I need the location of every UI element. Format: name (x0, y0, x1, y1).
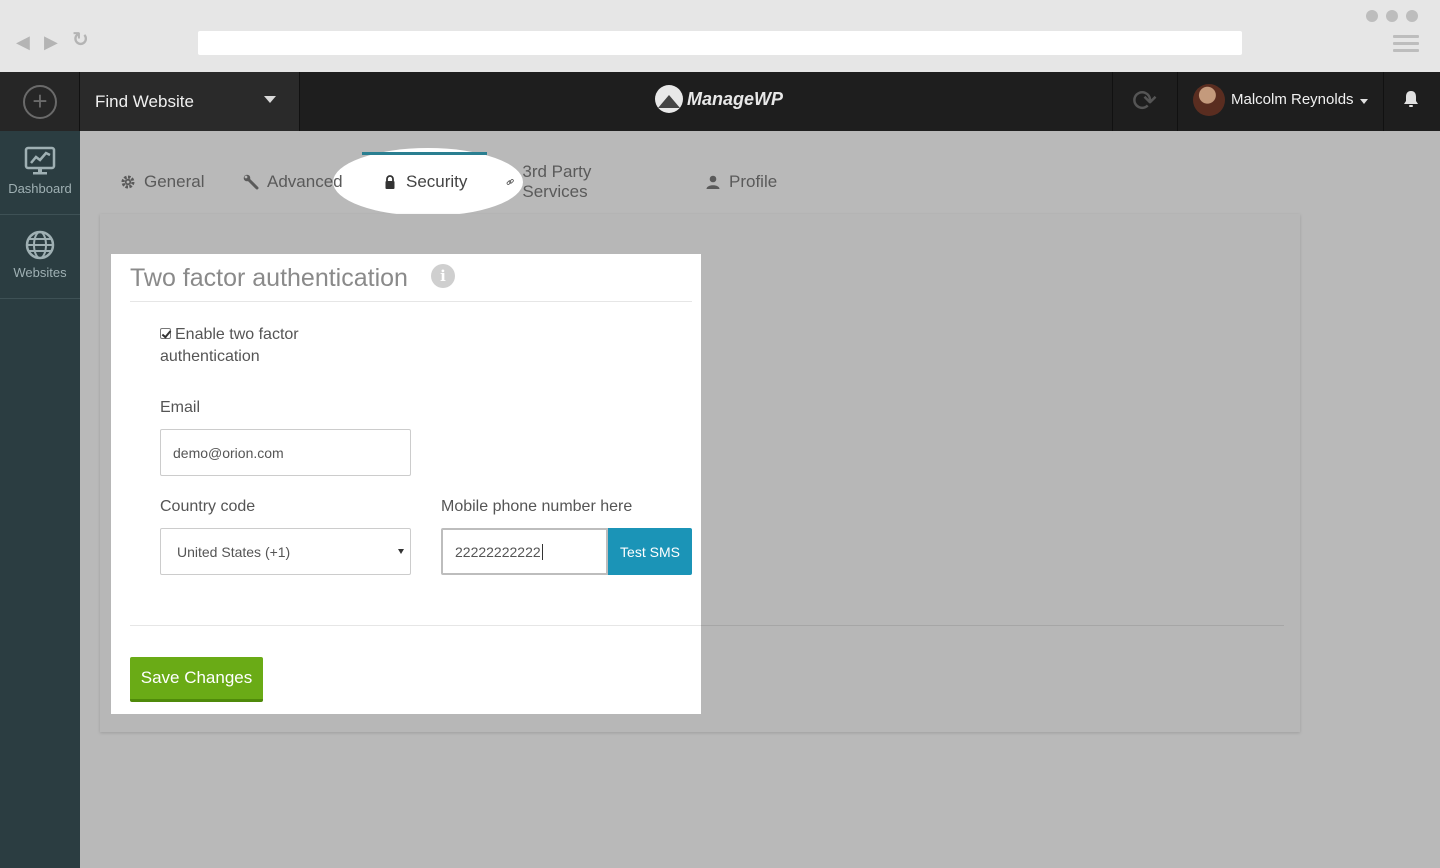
bell-icon (1404, 91, 1418, 107)
phone-label: Mobile phone number here (441, 498, 633, 515)
divider (130, 625, 701, 626)
country-code-select[interactable]: United States (+1) (160, 528, 411, 575)
test-sms-button[interactable]: Test SMS (608, 528, 692, 575)
email-label: Email (160, 399, 201, 416)
app-topbar: + Find Website ManageWP ⟳ Malcolm Reynol… (0, 72, 1440, 131)
link-icon (506, 179, 514, 185)
two-factor-card: Two factor authentication i Enable two f… (111, 254, 701, 714)
tab-profile[interactable]: Profile (705, 150, 777, 214)
tab-label: 3rd Party Services (522, 162, 592, 201)
divider (130, 301, 692, 302)
panel-divider (701, 625, 1284, 626)
text-cursor (541, 543, 543, 560)
browser-menu-icon[interactable] (1393, 35, 1419, 56)
reload-icon[interactable]: ↻ (72, 30, 89, 50)
country-code-value: United States (+1) (177, 543, 291, 560)
section-title: Two factor authentication (130, 264, 408, 292)
checkbox-checked-icon[interactable] (160, 328, 171, 339)
country-code-label: Country code (160, 498, 256, 515)
avatar (1193, 84, 1225, 116)
refresh-icon: ⟳ (1132, 85, 1158, 118)
lock-icon (385, 175, 395, 189)
checkbox-label: Enable two factor authentication (160, 326, 299, 365)
sidebar-item-websites[interactable]: Websites (0, 215, 80, 299)
user-name: Malcolm Reynolds (1231, 91, 1354, 108)
find-website-label: Find Website (95, 92, 194, 111)
dashboard-icon (24, 146, 56, 175)
tab-security[interactable]: Security (382, 150, 467, 214)
logo-text: ManageWP (687, 88, 784, 109)
tab-label: General (144, 172, 205, 191)
plus-circle-icon: + (23, 85, 57, 119)
sidebar-item-label: Websites (13, 265, 67, 280)
chevron-down-icon (264, 96, 276, 103)
save-changes-button[interactable]: Save Changes (130, 657, 263, 702)
phone-value: 22222222222 (455, 543, 541, 560)
notifications-button[interactable] (1384, 72, 1440, 131)
tab-label: Security (406, 172, 468, 191)
address-bar[interactable] (198, 31, 1242, 55)
select-caret-icon (398, 549, 404, 554)
phone-number-input[interactable]: 22222222222 (441, 528, 608, 575)
forward-icon[interactable]: ▶ (44, 33, 58, 51)
email-field[interactable]: demo@orion.com (160, 429, 411, 476)
window-dot[interactable] (1366, 10, 1378, 22)
sidebar: Dashboard Websites (0, 131, 80, 868)
tab-label: Advanced (267, 172, 343, 191)
sidebar-item-label: Dashboard (8, 181, 72, 196)
tab-label: Profile (729, 172, 778, 191)
enable-two-factor-checkbox[interactable]: Enable two factor authentication (160, 324, 360, 368)
user-icon (706, 175, 720, 189)
find-website-dropdown[interactable]: Find Website (80, 72, 300, 131)
browser-chrome: ◀ ▶ ↻ (0, 0, 1440, 72)
user-menu[interactable]: Malcolm Reynolds (1178, 72, 1384, 131)
info-icon[interactable]: i (431, 264, 455, 288)
managewp-logo: ManageWP (655, 85, 783, 113)
window-dot[interactable] (1406, 10, 1418, 22)
email-value: demo@orion.com (173, 444, 284, 461)
wrench-icon (243, 174, 259, 190)
caret-down-icon (1360, 99, 1368, 104)
add-website-button[interactable]: + (0, 72, 80, 131)
tab-general[interactable]: General (120, 150, 204, 214)
globe-icon (25, 230, 55, 260)
sync-button[interactable]: ⟳ (1112, 72, 1178, 131)
window-controls (1366, 10, 1418, 22)
tab-3rd-party-services[interactable]: 3rd Party Services (506, 150, 595, 214)
gear-icon (121, 175, 135, 189)
window-dot[interactable] (1386, 10, 1398, 22)
logo-mark-icon (655, 85, 683, 113)
sidebar-item-dashboard[interactable]: Dashboard (0, 131, 80, 215)
tab-advanced[interactable]: Advanced (243, 150, 343, 214)
back-icon[interactable]: ◀ (16, 33, 30, 51)
